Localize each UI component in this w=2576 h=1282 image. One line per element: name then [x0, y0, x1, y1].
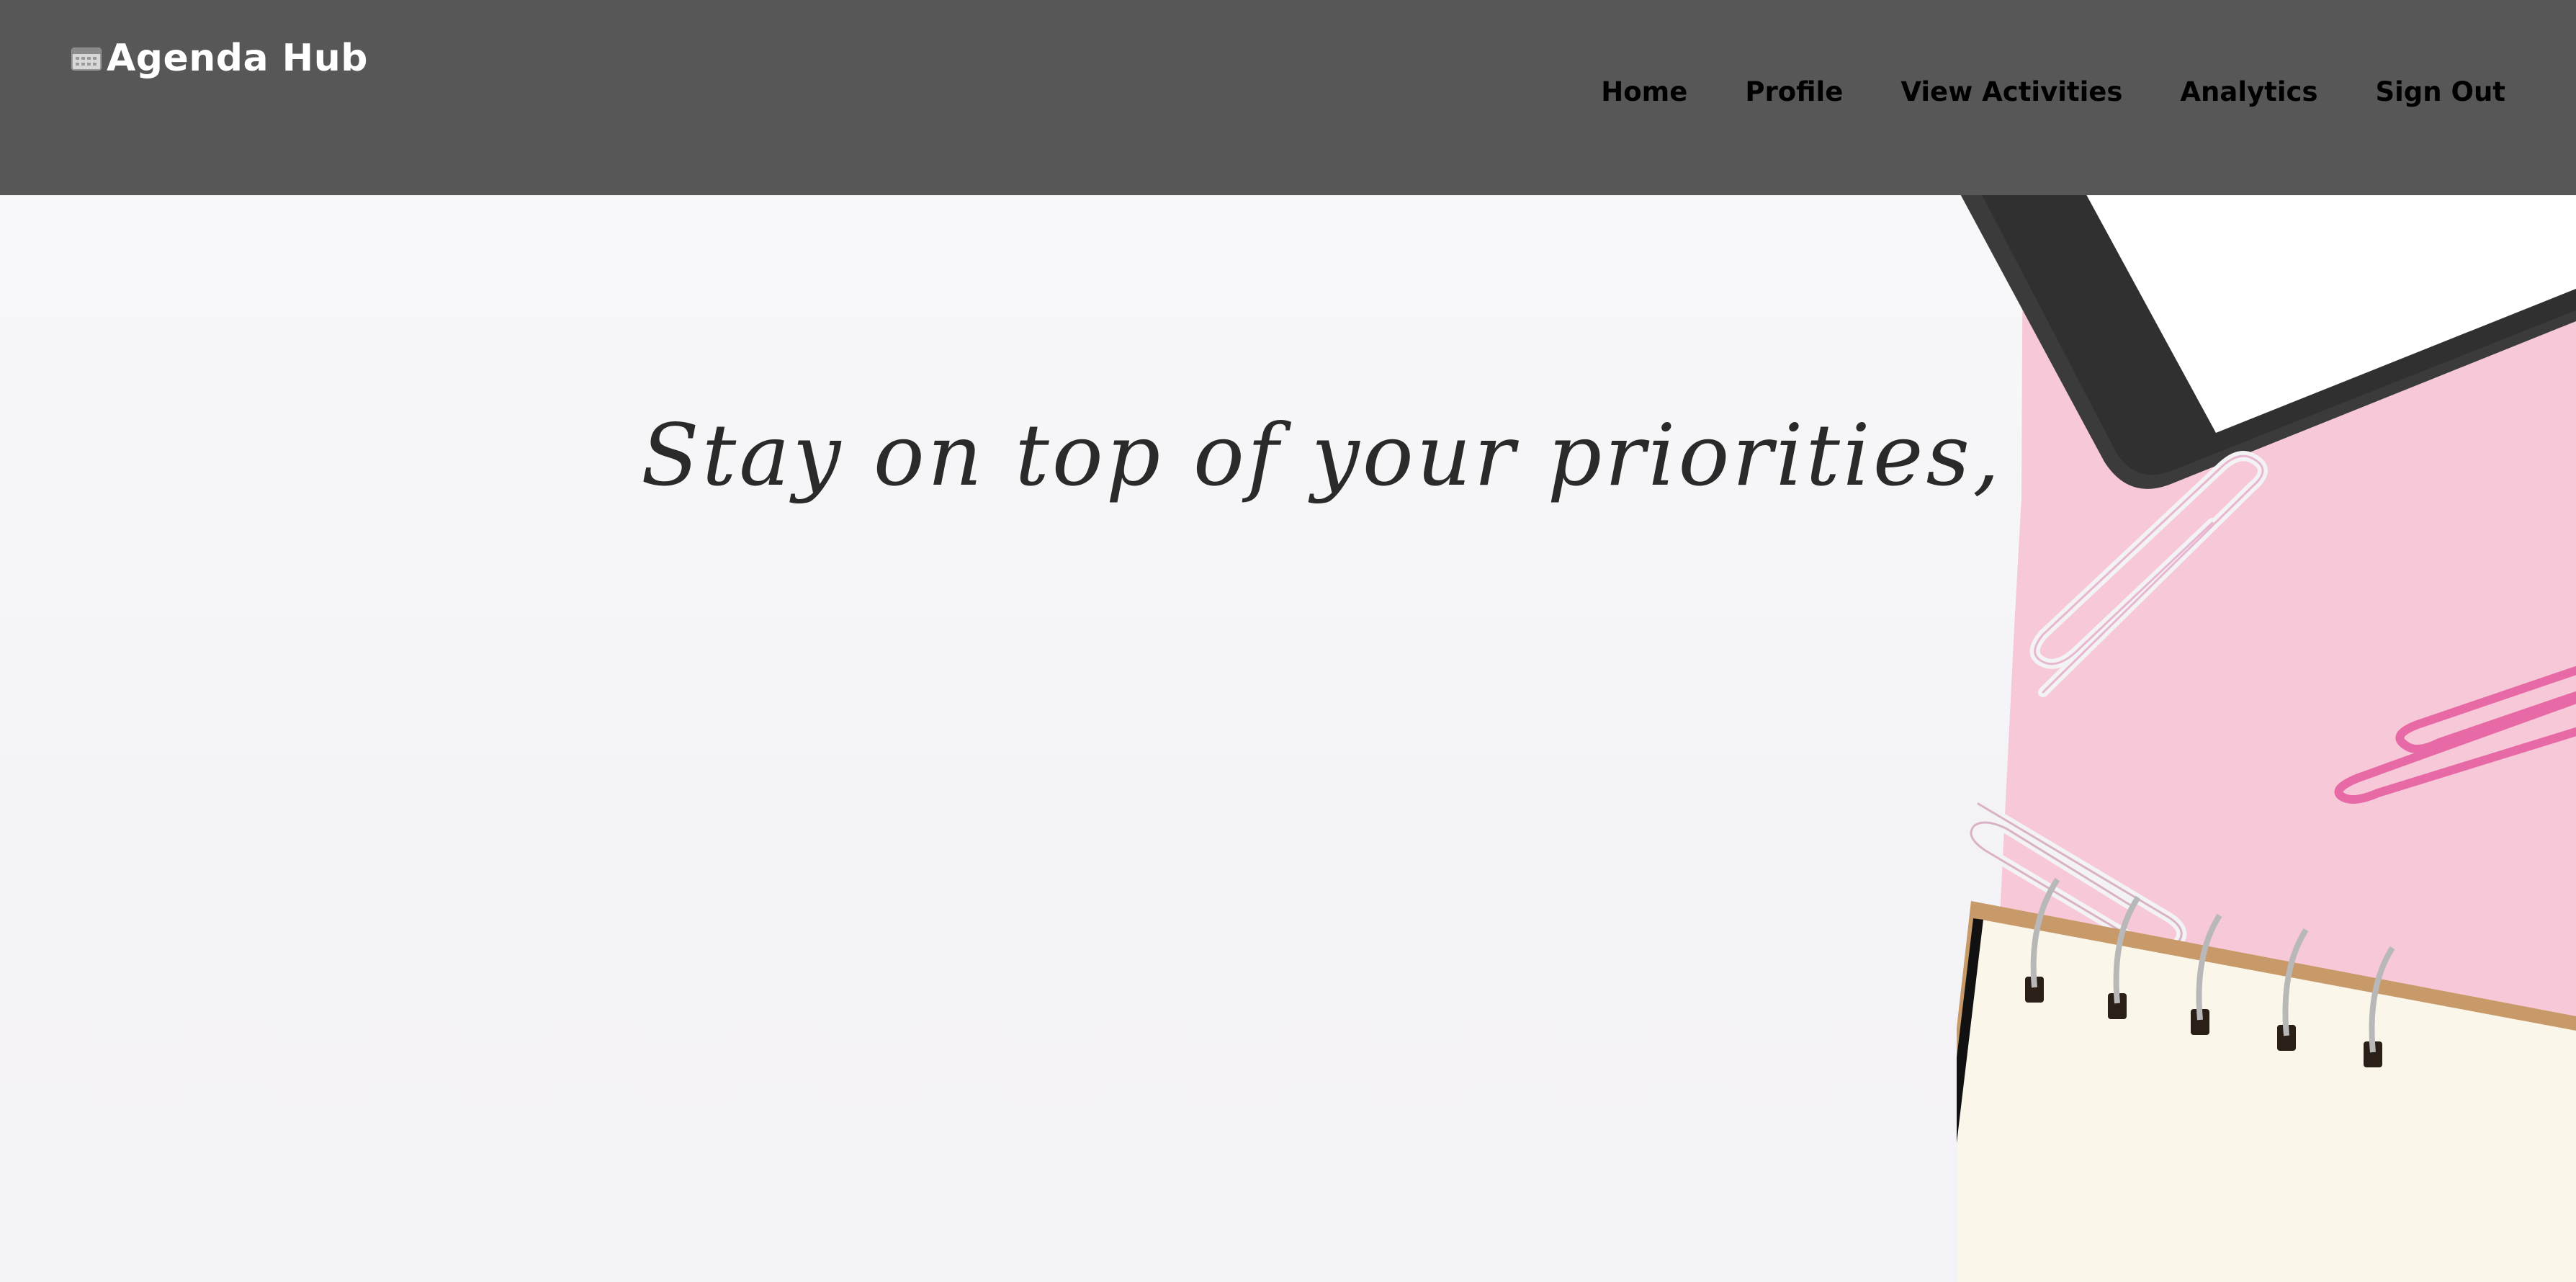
hero-headline: Stay on top of your priorities, shahsta!	[641, 405, 2422, 505]
hero-section: Stay on top of your priorities, shahsta!	[0, 195, 2576, 1282]
nav-view-activities[interactable]: View Activities	[1900, 71, 2122, 114]
brand-title[interactable]: Agenda Hub	[107, 35, 368, 82]
nav-analytics[interactable]: Analytics	[2180, 71, 2317, 114]
main-nav: Home Profile View Activities Analytics S…	[1601, 71, 2505, 114]
nav-sign-out[interactable]: Sign Out	[2375, 71, 2505, 114]
calendar-icon	[71, 48, 102, 71]
nav-home[interactable]: Home	[1601, 71, 1687, 114]
top-navbar: Agenda Hub Home Profile View Activities …	[0, 0, 2576, 195]
desk-background-image	[1957, 195, 2576, 1282]
brand[interactable]: Agenda Hub	[71, 35, 368, 82]
nav-profile[interactable]: Profile	[1745, 71, 1843, 114]
